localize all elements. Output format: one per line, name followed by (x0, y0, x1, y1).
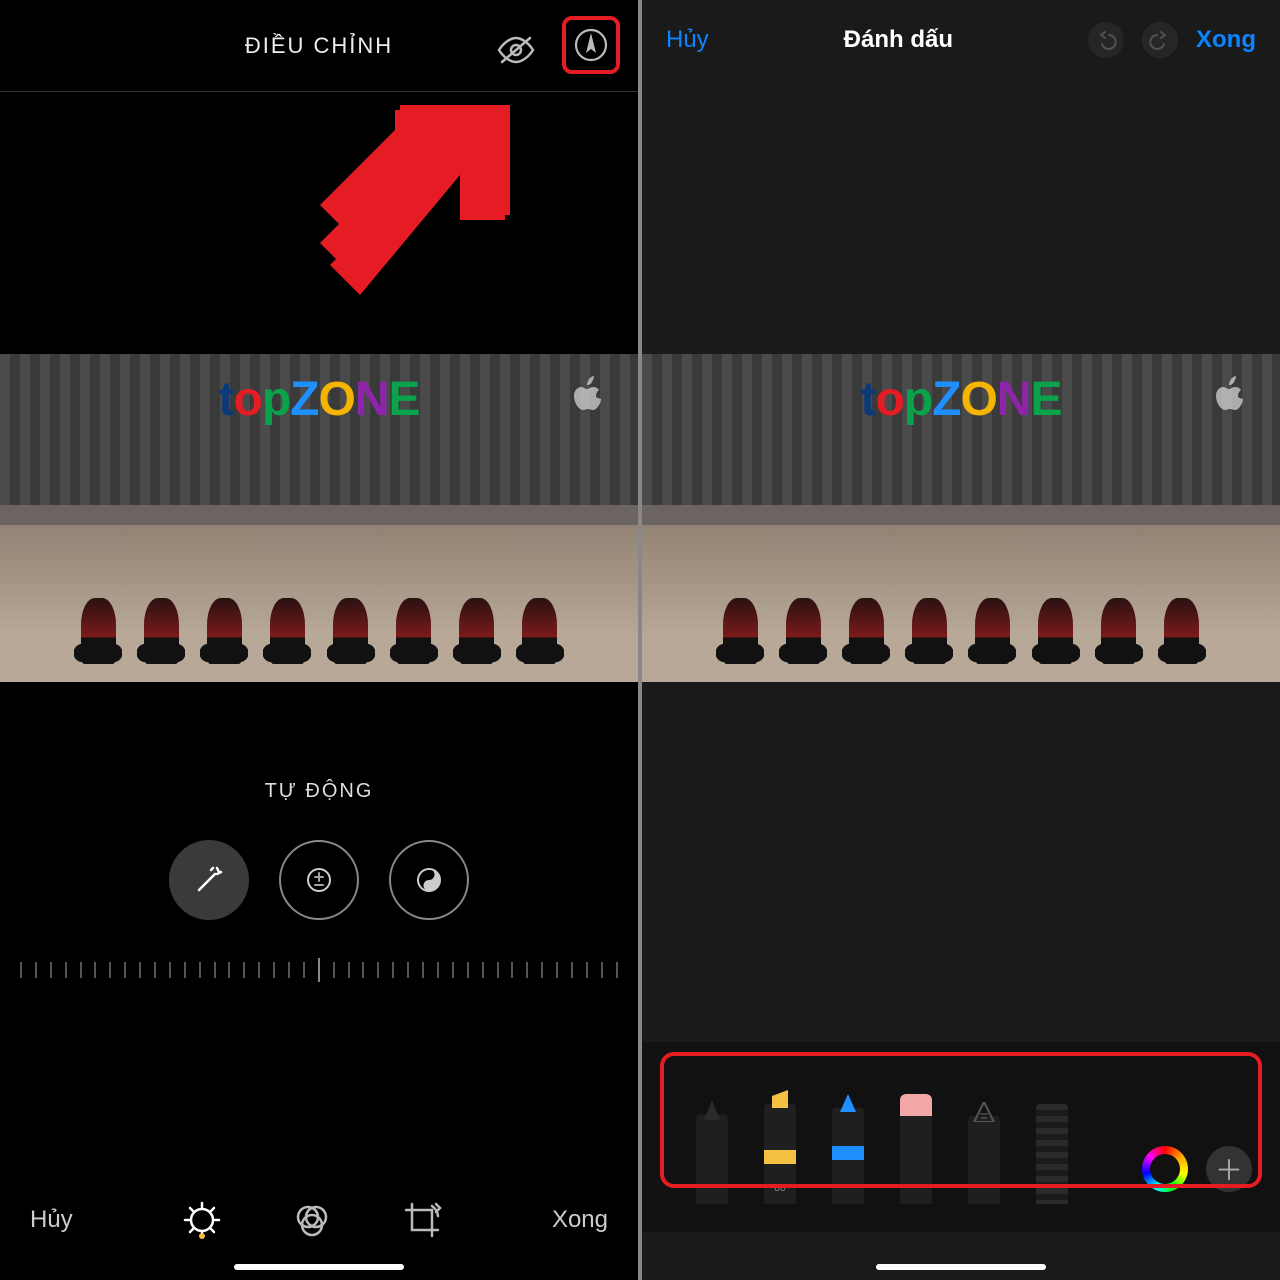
storefront-sign: topZONE (219, 372, 420, 427)
tutorial-screenshot-pair: ĐIỀU CHỈNH (0, 0, 1280, 1280)
edit-topbar: ĐIỀU CHỈNH (0, 0, 638, 92)
toggle-original-icon[interactable] (494, 28, 538, 72)
adjust-tool-row (0, 830, 638, 930)
adjust-tab[interactable] (182, 1200, 222, 1240)
phone-left-edit-adjust: ĐIỀU CHỈNH (0, 0, 638, 1280)
exposure-button[interactable] (279, 840, 359, 920)
crop-rotate-icon (402, 1200, 442, 1240)
markup-photo-preview[interactable]: topZONE (642, 354, 1280, 682)
adjust-dial-icon (182, 1200, 222, 1240)
yin-yang-icon (414, 865, 444, 895)
markup-cancel-button[interactable]: Hủy (666, 26, 709, 54)
markup-done-button[interactable]: Xong (1196, 26, 1256, 54)
photo-preview[interactable]: topZONE (0, 354, 638, 682)
markup-title: Đánh dấu (844, 26, 953, 54)
crop-tab[interactable] (402, 1200, 442, 1240)
magic-wand-icon (191, 862, 227, 898)
edit-bottom-bar: Hủy Xong (0, 1160, 638, 1280)
home-indicator[interactable] (234, 1264, 404, 1270)
redo-icon (1149, 29, 1171, 51)
annotation-arrow-icon (300, 95, 520, 315)
markup-button[interactable] (562, 16, 620, 74)
filters-venn-icon (292, 1200, 332, 1240)
plus-minus-icon (304, 865, 334, 895)
redo-button[interactable] (1142, 22, 1178, 58)
storefront-scene: topZONE (0, 354, 638, 682)
edit-mode-title: ĐIỀU CHỈNH (245, 33, 393, 59)
adjust-slider[interactable] (20, 950, 618, 990)
storefront-sign: topZONE (860, 372, 1061, 427)
annotation-highlight-box (660, 1052, 1262, 1188)
motorbike-row (719, 513, 1204, 664)
apple-reseller-badge-icon (1208, 372, 1252, 416)
brilliance-button[interactable] (389, 840, 469, 920)
done-button[interactable]: Xong (552, 1206, 608, 1234)
apple-reseller-badge-icon (566, 372, 610, 416)
motorbike-row (77, 513, 562, 664)
phone-right-markup: Hủy Đánh dấu Xong topZONE (642, 0, 1280, 1280)
markup-pen-icon (573, 27, 609, 63)
markup-topbar: Hủy Đánh dấu Xong (642, 0, 1280, 80)
filters-tab[interactable] (292, 1200, 332, 1240)
undo-button[interactable] (1088, 22, 1124, 58)
home-indicator[interactable] (876, 1264, 1046, 1270)
undo-icon (1095, 29, 1117, 51)
auto-enhance-button[interactable] (169, 840, 249, 920)
auto-adjust-label: TỰ ĐỘNG (0, 780, 638, 803)
storefront-scene: topZONE (642, 354, 1280, 682)
cancel-button[interactable]: Hủy (30, 1206, 73, 1234)
